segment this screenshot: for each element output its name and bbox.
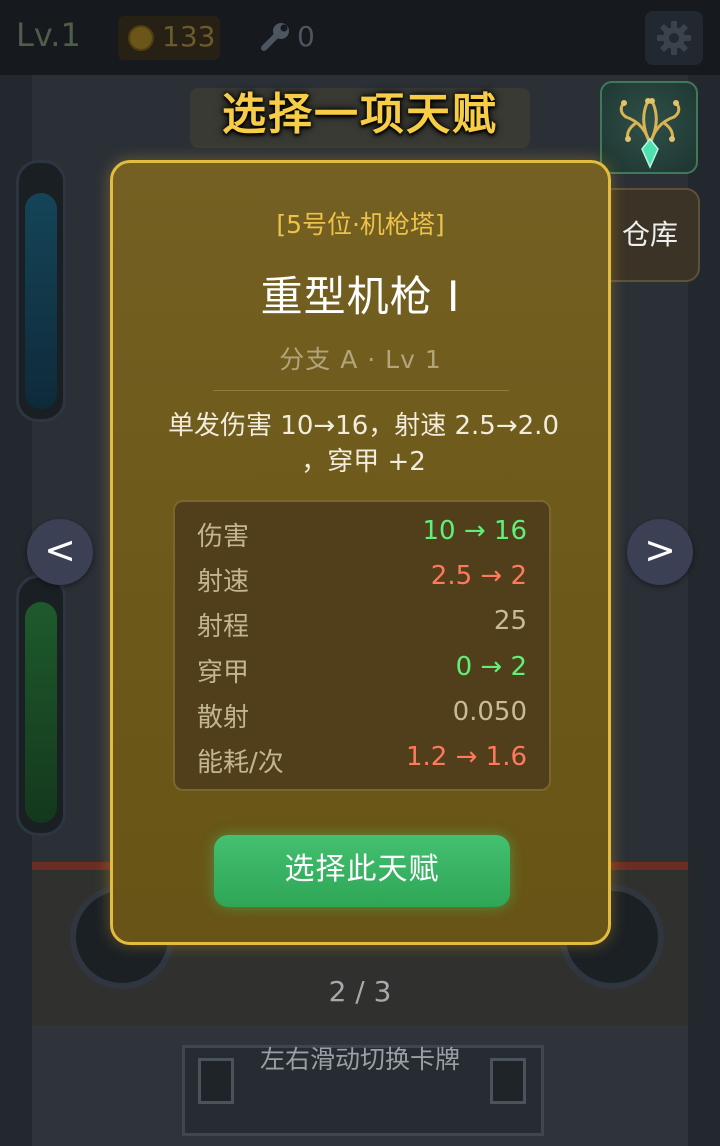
next-card-button[interactable]: > (627, 519, 693, 585)
stat-label: 射程 (197, 612, 250, 642)
gear-icon (657, 21, 691, 55)
stat-label: 穿甲 (197, 658, 250, 688)
stat-label: 射速 (197, 567, 250, 597)
select-talent-button[interactable]: 选择此天赋 (214, 835, 510, 907)
swipe-hint: 左右滑动切换卡牌 (259, 1045, 460, 1074)
talent-tree-icon (619, 98, 681, 169)
stat-value: 1.2 → 1.6 (405, 742, 527, 772)
coin-count: 133 (162, 20, 216, 53)
stat-row-range: 射程 25 (197, 606, 527, 646)
previous-card-button[interactable]: < (27, 519, 93, 585)
page-indicator: 2 / 3 (328, 975, 392, 1008)
stat-label: 能耗/次 (197, 748, 284, 778)
stat-value: 0 → 2 (455, 652, 527, 682)
wrench-icon (261, 23, 289, 51)
stat-row-damage: 伤害 10 → 16 (197, 516, 527, 556)
talent-description: 单发伤害 10→16，射速 2.5→2.0 ，穿甲 +2 (143, 408, 584, 480)
stat-label: 散射 (197, 703, 250, 733)
stat-label: 伤害 (197, 522, 250, 552)
stat-value: 2.5 → 2 (430, 561, 527, 591)
stat-row-armor-pierce: 穿甲 0 → 2 (197, 652, 527, 692)
health-gauge (16, 575, 66, 836)
description-line: ，穿甲 +2 (301, 447, 426, 477)
stat-value: 25 (493, 606, 527, 636)
talent-card: [5号位·机枪塔] 重型机枪 I 分支 A · Lv 1 单发伤害 10→16，… (110, 160, 611, 945)
stats-table: 伤害 10 → 16 射速 2.5 → 2 射程 25 穿甲 0 → 2 散射 … (173, 500, 551, 791)
energy-gauge (16, 160, 66, 422)
stat-row-energy-cost: 能耗/次 1.2 → 1.6 (197, 742, 527, 782)
talent-tree-button[interactable] (600, 81, 698, 174)
stat-value: 0.050 (452, 697, 527, 727)
stat-row-spread: 散射 0.050 (197, 697, 527, 737)
talent-branch: 分支 A · Lv 1 (279, 345, 442, 374)
tower-slot-label: [5号位·机枪塔] (276, 210, 445, 239)
talent-name: 重型机枪 I (260, 272, 461, 321)
status-bar: Lv.1 133 0 (0, 0, 720, 75)
warehouse-button[interactable]: 仓库 (600, 188, 700, 282)
stat-value: 10 → 16 (422, 516, 527, 546)
player-level: Lv.1 (16, 16, 81, 54)
stat-row-fire-rate: 射速 2.5 → 2 (197, 561, 527, 601)
tool-count: 0 (297, 20, 315, 53)
coin-icon (128, 25, 154, 51)
description-line: 单发伤害 10→16，射速 2.5→2.0 (168, 411, 559, 441)
settings-button[interactable] (645, 11, 703, 65)
divider (213, 390, 509, 391)
